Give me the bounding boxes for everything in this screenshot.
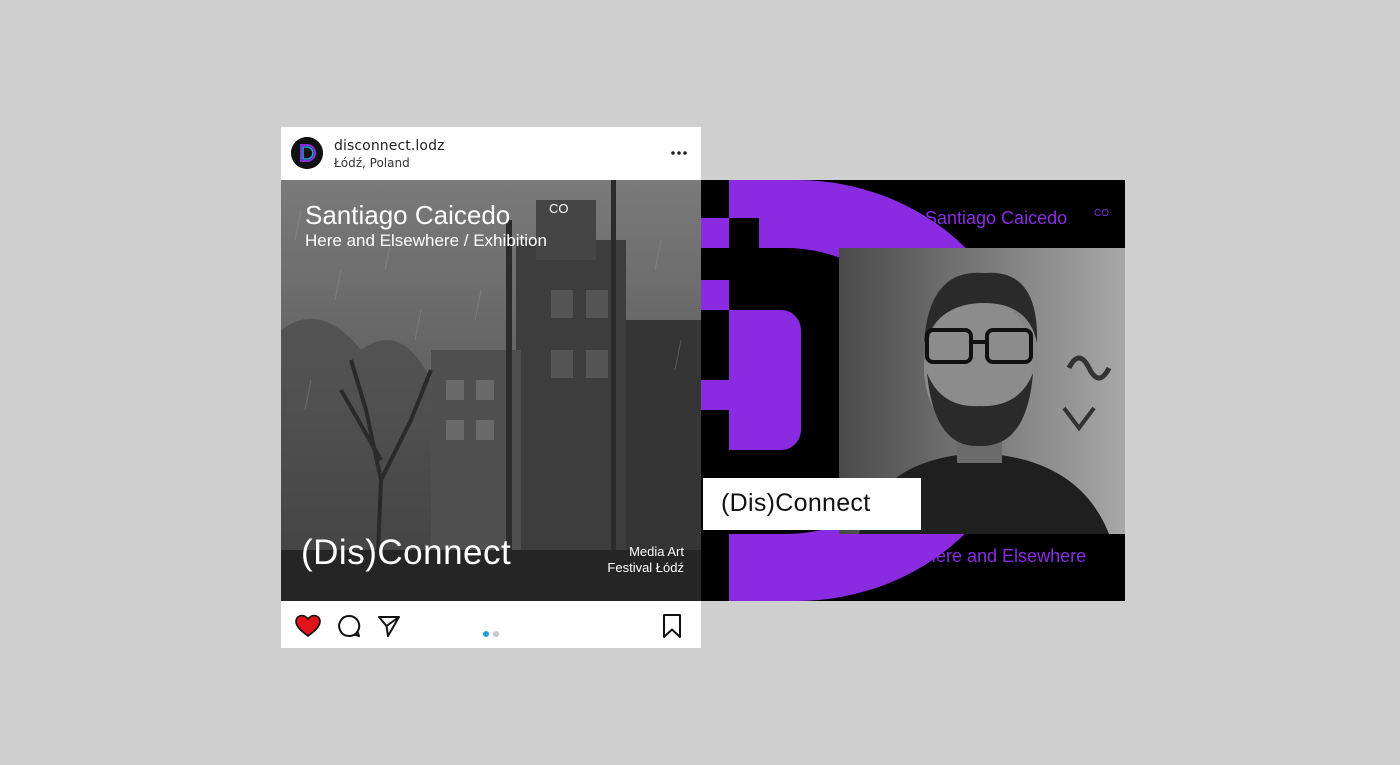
bookmark-icon[interactable] (659, 613, 685, 639)
location-label[interactable]: Łódź, Poland (334, 156, 410, 170)
more-icon[interactable] (669, 143, 689, 163)
artist-country: CO (1094, 208, 1109, 219)
username[interactable]: disconnect.lodz (334, 138, 445, 154)
festival-logo: (Dis)Connect (301, 533, 512, 572)
carousel-slide-exhibition[interactable]: Santiago Caicedo CO Here and Elsewhere /… (281, 180, 701, 601)
carousel-indicator (483, 622, 503, 641)
carousel-dot[interactable] (493, 631, 499, 637)
heart-icon[interactable] (295, 613, 321, 639)
instagram-post: disconnect.lodz Łódź, Poland Santiago Ca… (281, 127, 701, 648)
festival-name-line-1: Media Art (629, 544, 684, 559)
exhibition-subtitle: Here and Elsewhere / Exhibition (305, 231, 547, 250)
artist-name: Santiago Caicedo (305, 200, 511, 230)
festival-name: Media Art Festival Łódź (607, 544, 684, 576)
send-icon[interactable] (376, 613, 402, 639)
carousel-dot-active[interactable] (483, 631, 489, 637)
artist-country: CO (549, 201, 569, 216)
post-header: disconnect.lodz Łódź, Poland (281, 127, 701, 180)
festival-logo: (Dis)Connect (721, 489, 871, 517)
profile-avatar[interactable] (291, 137, 323, 169)
festival-logo-box: (Dis)Connect (703, 478, 921, 530)
comment-icon[interactable] (336, 613, 362, 639)
festival-name-line-2: Festival Łódź (607, 560, 684, 575)
exhibition-subtitle: Here and Elsewhere (923, 546, 1087, 566)
carousel-slide-portrait: Santiago Caicedo CO (Dis)Connect Here an… (701, 180, 1125, 601)
post-action-bar (281, 601, 701, 648)
artist-name: Santiago Caicedo (925, 208, 1068, 228)
